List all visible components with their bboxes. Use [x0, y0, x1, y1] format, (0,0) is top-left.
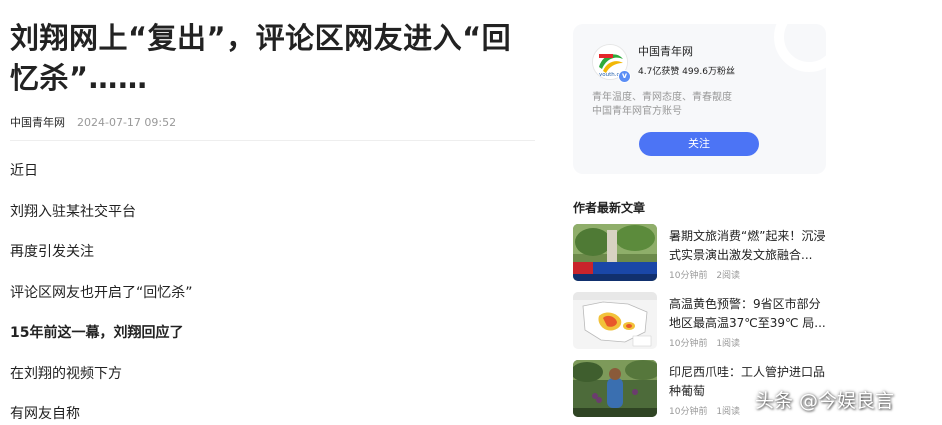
latest-article-meta: 10分钟前 2阅读 — [669, 268, 740, 281]
article-publish-time: 2024-07-17 09:52 — [77, 115, 177, 129]
latest-article-item[interactable]: 高温黄色预警：9省区市部分地区最高温37℃至39℃ 局... 10分钟前 1阅读 — [573, 292, 833, 360]
article-paragraph: 在刘翔的视频下方 — [10, 365, 122, 382]
author-avatar[interactable]: youth.cn v — [592, 44, 631, 83]
article-paragraph-bold: 15年前这一幕，刘翔回应了 — [10, 325, 184, 341]
latest-article-title[interactable]: 高温黄色预警：9省区市部分地区最高温37℃至39℃ 局... — [669, 295, 829, 333]
follow-button[interactable]: 关注 — [639, 132, 759, 156]
card-decoration — [774, 24, 826, 72]
article-thumbnail[interactable] — [573, 360, 657, 417]
article-body: 近日 刘翔入驻某社交平台 再度引发关注 评论区网友也开启了“回忆杀” 15年前这… — [10, 161, 535, 425]
latest-article-reads: 1阅读 — [716, 407, 741, 417]
author-description: 中国青年网官方账号 — [592, 106, 682, 117]
article-paragraph: 近日 — [10, 163, 38, 179]
article-paragraph: 刘翔入驻某社交平台 — [10, 203, 136, 220]
article-title: 刘翔网上“复出”，评论区网友进入“回忆杀”…… — [10, 21, 512, 95]
watermark: 头条 @今娱良言 — [755, 390, 895, 412]
article-paragraph: 评论区网友也开启了“回忆杀” — [10, 284, 193, 301]
verified-badge-icon: v — [618, 70, 631, 83]
latest-article-reads: 2阅读 — [716, 271, 741, 281]
latest-article-title[interactable]: 暑期文旅消费“燃”起来！沉浸式实景演出激发文旅融合... — [669, 227, 829, 265]
author-name[interactable]: 中国青年网 — [638, 43, 693, 59]
latest-article-meta: 10分钟前 1阅读 — [669, 404, 740, 417]
latest-article-reads: 1阅读 — [716, 339, 741, 349]
article-source[interactable]: 中国青年网 — [10, 114, 65, 130]
article-meta: 中国青年网 2024-07-17 09:52 — [10, 114, 535, 130]
author-tags: 青年温度、青网态度、青春靓度 — [592, 92, 732, 103]
divider — [10, 140, 535, 141]
article-thumbnail[interactable] — [573, 224, 657, 281]
page: 刘翔网上“复出”，评论区网友进入“回忆杀”…… 中国青年网 2024-07-17… — [0, 0, 942, 425]
latest-article-time: 10分钟前 — [669, 407, 708, 417]
author-stats: 4.7亿获赞 499.6万粉丝 — [638, 67, 735, 77]
latest-article-time: 10分钟前 — [669, 339, 708, 349]
article-thumbnail[interactable] — [573, 292, 657, 349]
article-paragraph: 再度引发关注 — [10, 244, 94, 260]
latest-article-item[interactable]: 暑期文旅消费“燃”起来！沉浸式实景演出激发文旅融合... 10分钟前 2阅读 — [573, 224, 833, 292]
author-bio: 青年温度、青网态度、青春靓度 中国青年网官方账号 — [592, 91, 732, 119]
latest-articles-heading: 作者最新文章 — [573, 201, 646, 215]
author-card: youth.cn v 中国青年网 4.7亿获赞 499.6万粉丝 青年温度、青网… — [573, 24, 826, 174]
article: 刘翔网上“复出”，评论区网友进入“回忆杀”…… 中国青年网 2024-07-17… — [10, 18, 535, 425]
latest-article-meta: 10分钟前 1阅读 — [669, 336, 740, 349]
article-paragraph: 有网友自称 — [10, 406, 80, 422]
latest-article-time: 10分钟前 — [669, 271, 708, 281]
